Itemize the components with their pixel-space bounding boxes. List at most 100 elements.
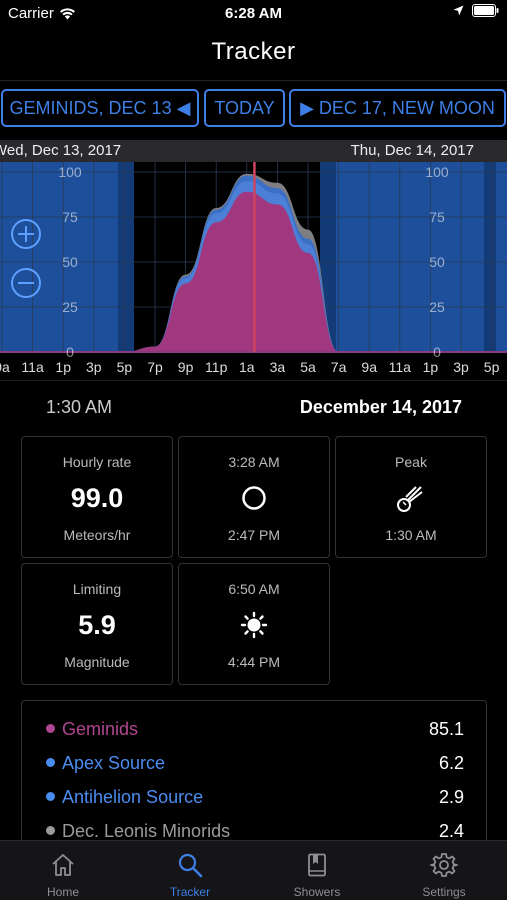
tab-home-label: Home: [46, 885, 79, 899]
x-tick-label: 5p: [484, 359, 500, 375]
hourly-rate-unit: Meteors/hr: [63, 527, 131, 543]
peak-icon-wrap: [336, 481, 486, 515]
shower-color-dot: [46, 825, 55, 835]
tab-home[interactable]: Home: [0, 841, 126, 900]
x-tick-label: 7a: [331, 359, 347, 375]
limiting-value: 5.9: [78, 609, 116, 640]
y-tick-label: 0: [66, 344, 74, 360]
x-tick-label: 9a: [361, 359, 377, 375]
shower-list: Geminids 85.1 Apex Source 6.2 Antihelion…: [21, 700, 487, 840]
x-tick-label: 11p: [205, 359, 228, 375]
tab-bar: Home Tracker Showers Settings: [0, 840, 507, 900]
x-tick-label: 7p: [147, 359, 163, 375]
x-tick-label: 3a: [270, 359, 286, 375]
peak-time: 1:30 AM: [385, 527, 437, 543]
status-bar: Carrier 6:28 AM: [0, 0, 507, 28]
peak-card: Peak 1:30 AM: [335, 436, 487, 558]
shower-color-dot: [46, 757, 55, 767]
date-right-label: Thu, Dec 14, 2017: [350, 142, 474, 159]
prev-event-button[interactable]: GEMINIDS, DEC 13 ◀: [1, 89, 199, 127]
hourly-rate-label: Hourly rate: [62, 454, 132, 470]
search-icon: [178, 853, 203, 878]
x-tick-label: 11a: [21, 359, 44, 375]
x-tick-label: 9a: [0, 359, 10, 375]
status-right: [453, 4, 499, 17]
tab-tracker[interactable]: Tracker: [127, 841, 253, 900]
selected-date: December 14, 2017: [299, 397, 462, 417]
x-tick-label: 9p: [178, 359, 194, 375]
home-icon: [52, 854, 74, 876]
x-tick-label: 3p: [453, 359, 469, 375]
hourly-rate-value: 99.0: [70, 482, 124, 513]
book-icon: [308, 853, 326, 877]
limiting-unit: Magnitude: [64, 654, 130, 670]
next-event-button[interactable]: ▶ DEC 17, NEW MOON: [289, 89, 506, 127]
tab-tracker-label: Tracker: [169, 885, 211, 899]
x-tick-label: 1a: [239, 359, 255, 375]
y-tick-label: 100: [58, 164, 82, 180]
tab-settings-label: Settings: [422, 885, 466, 899]
shower-name: Apex Source: [62, 753, 166, 773]
sun-icon: [240, 611, 268, 639]
activity-chart-svg[interactable]: 100 100 75 75 50 50 25 25 0 0 9a 11a 1p 3p 5p 7p 9p 11p 1a…: [0, 162, 507, 380]
moonset-time: 2:47 PM: [227, 527, 281, 543]
today-button[interactable]: TODAY: [204, 89, 285, 127]
y-tick-label: 25: [429, 299, 445, 315]
moon-phase-icon: [242, 486, 266, 510]
shower-row-apex-source[interactable]: Apex Source 6.2: [46, 753, 464, 783]
battery-icon: [472, 4, 499, 17]
daylight-band-right: [322, 162, 507, 352]
x-tick-label: 5a: [300, 359, 316, 375]
shower-name: Dec. Leonis Minorids: [62, 821, 231, 840]
date-strip: Wed, Dec 13, 2017 Thu, Dec 14, 2017: [0, 140, 507, 162]
x-tick-label: 5p: [117, 359, 133, 375]
y-tick-label: 25: [62, 299, 78, 315]
peak-label: Peak: [395, 454, 427, 470]
date-left-label: Wed, Dec 13, 2017: [0, 142, 122, 159]
location-arrow-icon: [453, 5, 464, 16]
tab-settings[interactable]: Settings: [381, 841, 507, 900]
hourly-rate-card: Hourly rate 99.0 Meteors/hr: [21, 436, 173, 558]
sunset-time: 4:44 PM: [227, 654, 281, 670]
shower-rate: 2.9: [438, 787, 464, 807]
page-title: Tracker: [211, 38, 296, 65]
nav-divider: [0, 80, 507, 81]
x-tick-label: 1p: [423, 359, 439, 375]
shower-row-dec-leonis-minorids[interactable]: Dec. Leonis Minorids 2.4: [46, 821, 464, 840]
shower-row-geminids[interactable]: Geminids 85.1: [46, 719, 464, 749]
sun-icon-wrap: [179, 608, 329, 642]
moon-card: 3:28 AM 2:47 PM: [178, 436, 330, 558]
sunrise-time: 6:50 AM: [228, 581, 280, 597]
shower-color-dot: [46, 723, 55, 733]
x-tick-label: 3p: [86, 359, 102, 375]
shower-name: Antihelion Source: [62, 787, 204, 807]
meteor-icon: [397, 486, 423, 512]
y-tick-label: 75: [429, 209, 445, 225]
y-tick-label: 75: [62, 209, 78, 225]
y-tick-label: 100: [425, 164, 449, 180]
activity-chart[interactable]: 100 100 75 75 50 50 25 25 0 0 9a 11a 1p 3p 5p 7p 9p 11p 1a…: [0, 162, 507, 380]
chart-divider: [0, 380, 507, 381]
x-tick-label: 11a: [389, 359, 412, 375]
shower-rate: 85.1: [428, 719, 464, 739]
limiting-magnitude-card: Limiting 5.9 Magnitude: [21, 563, 173, 685]
status-time: 6:28 AM: [225, 5, 282, 22]
shower-rate: 6.2: [438, 753, 464, 773]
sun-card: 6:50 AM 4:44 PM: [178, 563, 330, 685]
x-tick-label: 1p: [55, 359, 71, 375]
limiting-label: Limiting: [72, 581, 122, 597]
shower-name: Geminids: [62, 719, 139, 739]
moonrise-time: 3:28 AM: [228, 454, 280, 470]
tab-showers-label: Showers: [293, 885, 341, 899]
twilight-band-left: [118, 162, 134, 352]
y-tick-label: 50: [62, 254, 78, 270]
selected-time: 1:30 AM: [46, 397, 113, 417]
shower-color-dot: [46, 791, 55, 801]
twilight-band-far-right: [484, 162, 496, 352]
y-tick-label: 0: [433, 344, 441, 360]
shower-row-antihelion-source[interactable]: Antihelion Source 2.9: [46, 787, 464, 817]
tab-showers[interactable]: Showers: [254, 841, 380, 900]
shower-rate: 2.4: [438, 821, 464, 840]
moon-icon-wrap: [179, 481, 329, 515]
y-tick-label: 50: [429, 254, 445, 270]
